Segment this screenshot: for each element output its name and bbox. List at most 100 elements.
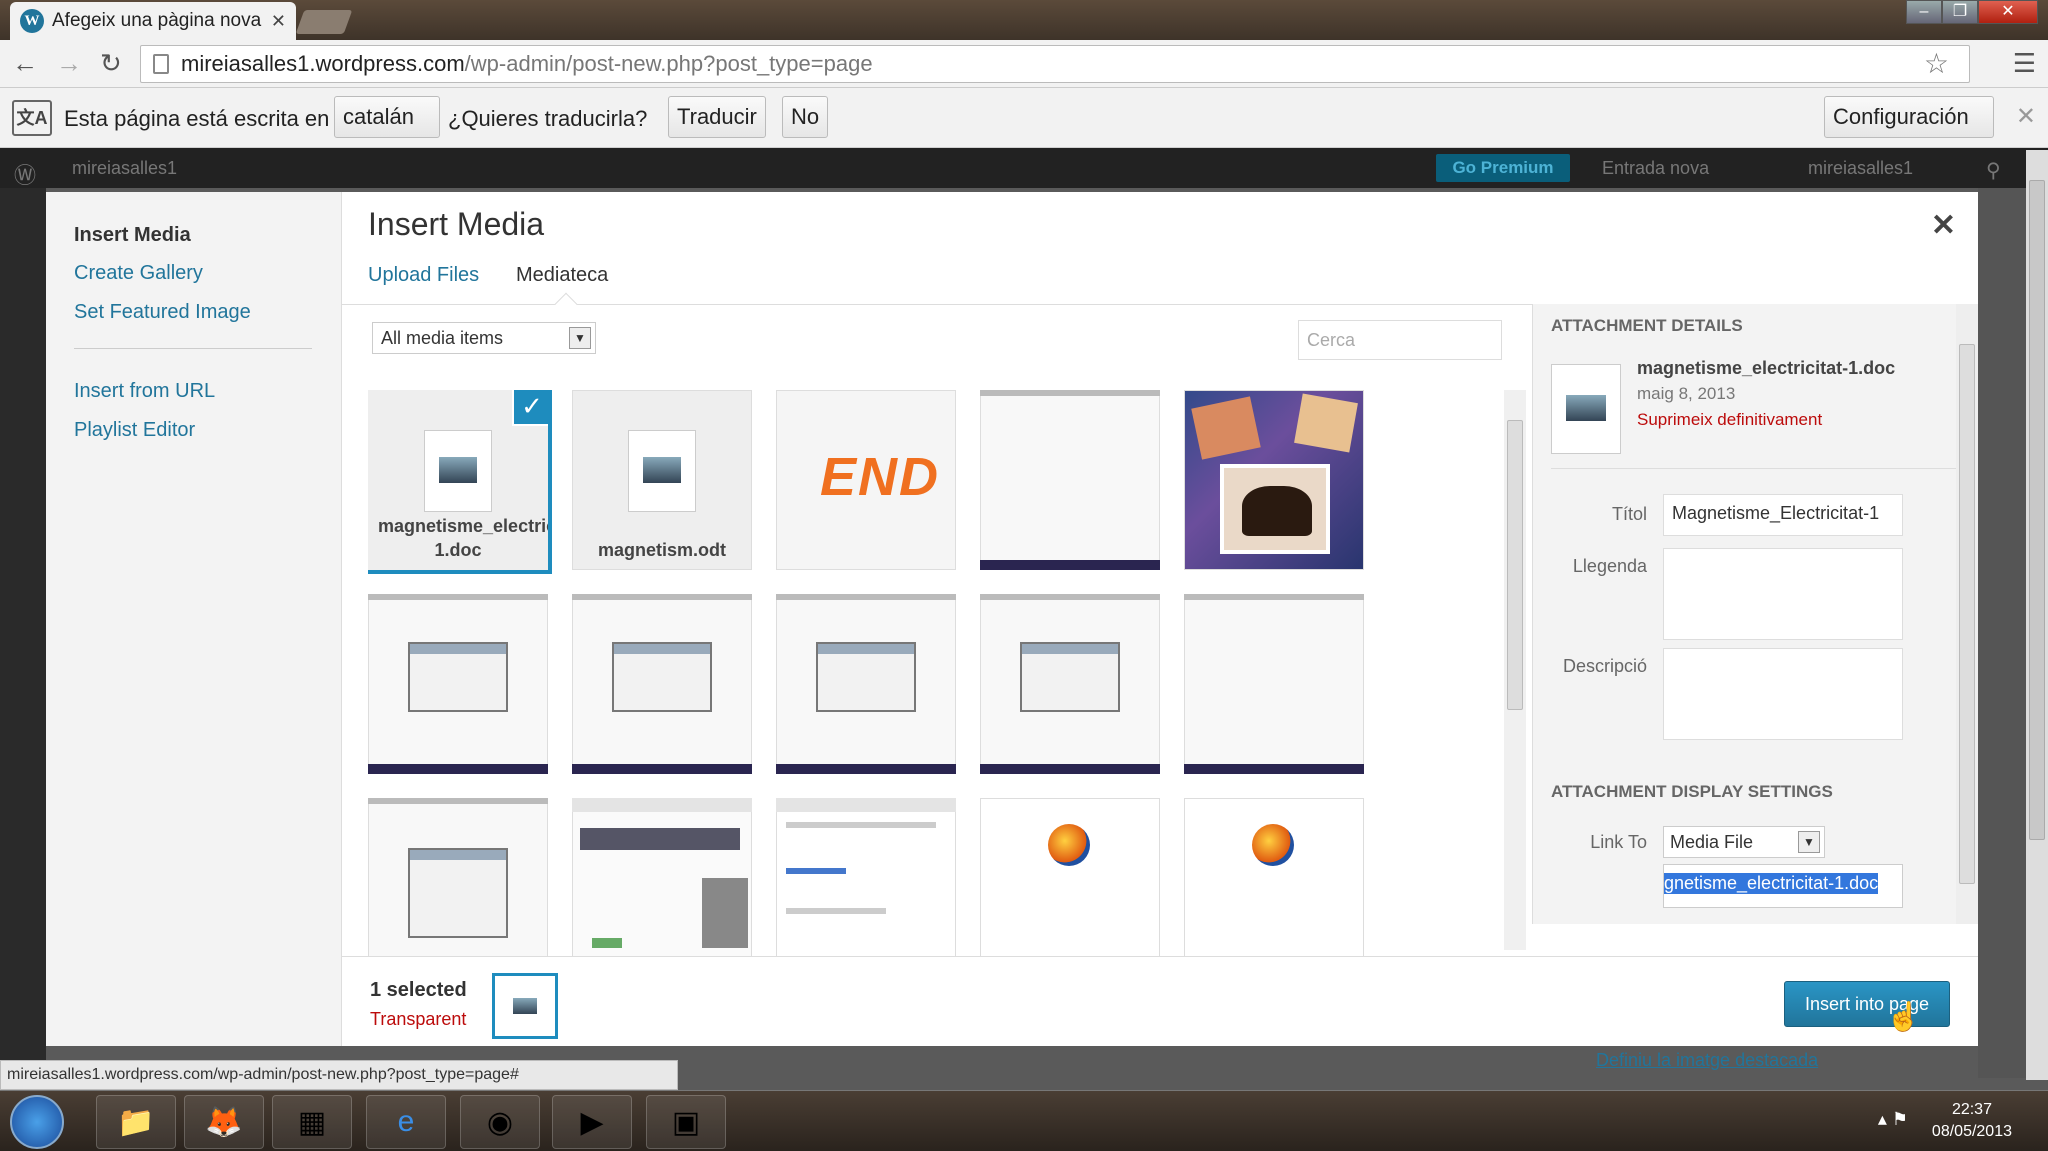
media-search-input[interactable]: Cerca — [1298, 320, 1502, 360]
attachment-item[interactable] — [980, 798, 1160, 960]
translate-button[interactable]: Traducir — [668, 96, 766, 138]
reload-icon[interactable]: ↻ — [100, 48, 122, 79]
media-player-icon[interactable]: ▶ — [552, 1095, 632, 1149]
menu-create-gallery[interactable]: Create Gallery — [74, 262, 203, 285]
tab-upload-files[interactable]: Upload Files — [368, 264, 479, 287]
tab-title: Afegeix una pàgina nova ‹ — [52, 10, 263, 31]
forward-arrow-icon[interactable]: → — [56, 48, 82, 79]
attachment-filename: magnetism.odt — [597, 540, 726, 560]
attachments-scrollbar[interactable] — [1504, 390, 1526, 950]
new-tab-button[interactable] — [295, 10, 353, 34]
wp-logo-icon[interactable]: Ⓦ — [14, 158, 36, 190]
document-icon — [424, 430, 492, 512]
attachment-item[interactable] — [572, 798, 752, 960]
start-button[interactable] — [10, 1095, 64, 1149]
browser-menu-icon[interactable]: ☰ — [2013, 48, 2036, 79]
attachment-item[interactable] — [1184, 798, 1364, 960]
chevron-down-icon: ▼ — [569, 327, 591, 349]
attachment-item[interactable] — [980, 390, 1160, 570]
attachment-item[interactable] — [1184, 390, 1364, 570]
close-infobar-icon[interactable]: ✕ — [2016, 102, 2036, 131]
display-settings-heading: Attachment Display Settings — [1551, 782, 1833, 801]
description-field[interactable] — [1663, 648, 1903, 740]
back-arrow-icon[interactable]: ← — [12, 48, 38, 79]
wordpress-icon: W — [20, 9, 44, 33]
clear-selection-link[interactable]: Transparent — [370, 1009, 466, 1030]
admin-bar-user[interactable]: mireiasalles1 — [1808, 158, 1913, 179]
admin-bar-new-post[interactable]: Entrada nova — [1602, 158, 1709, 179]
link-to-select[interactable]: Media File ▼ — [1663, 826, 1825, 858]
tray-flag-icon[interactable]: ▴ ⚑ — [1878, 1109, 1908, 1130]
admin-sidebar — [0, 188, 46, 1078]
featured-image-link[interactable]: Definiu la imatge destacada — [1596, 1050, 1818, 1071]
link-url-field[interactable]: gnetisme_electricitat-1.doc — [1663, 864, 1903, 908]
media-filter-select[interactable]: All media items ▼ — [372, 322, 596, 354]
link-to-label: Link To — [1590, 832, 1647, 852]
app-icon[interactable]: ▦ — [272, 1095, 352, 1149]
translate-settings-button[interactable]: Configuración ▾ — [1824, 96, 1994, 169]
attachment-item[interactable] — [980, 594, 1160, 774]
attachment-item[interactable]: magnetism.odt — [572, 390, 752, 570]
go-premium-button[interactable]: Go Premium — [1436, 154, 1570, 182]
attachment-item[interactable] — [776, 798, 956, 960]
attachment-item[interactable] — [776, 594, 956, 774]
menu-set-featured-image[interactable]: Set Featured Image — [74, 301, 251, 324]
details-divider — [1551, 468, 1961, 469]
page-icon — [153, 54, 169, 74]
firefox-logo-icon — [1252, 824, 1294, 866]
delete-permanently-link[interactable]: Suprimeix definitivament — [1637, 410, 1822, 430]
details-scrollbar[interactable] — [1956, 304, 1978, 924]
selection-count: 1 selected — [370, 979, 467, 1001]
url-path: /wp-admin/post-new.php?post_type=page — [464, 51, 873, 76]
attachment-item[interactable] — [572, 594, 752, 774]
firefox-icon[interactable]: 🦊 — [184, 1095, 264, 1149]
active-tab-caret — [554, 292, 578, 316]
chevron-down-icon: ▼ — [1798, 831, 1820, 853]
chrome-icon[interactable]: ◉ — [460, 1095, 540, 1149]
details-date: maig 8, 2013 — [1637, 384, 1736, 403]
attachment-item[interactable]: END — [776, 390, 956, 570]
title-field[interactable]: Magnetisme_Electricitat-1 — [1663, 494, 1903, 536]
windows-taskbar: 📁 🦊 ▦ e ◉ ▶ ▣ ▴ ⚑ 22:37 08/05/2013 — [0, 1090, 2048, 1151]
attachment-item[interactable] — [368, 798, 548, 960]
menu-playlist-editor[interactable]: Playlist Editor — [74, 419, 195, 442]
translate-icon: 文A — [12, 100, 52, 136]
document-icon — [628, 430, 696, 512]
page-scrollbar[interactable] — [2026, 150, 2048, 1080]
media-toolbar: 1 selected Transparent Insert into page — [342, 956, 1978, 1046]
system-clock[interactable]: 22:37 08/05/2013 — [1932, 1099, 2012, 1143]
hand-cursor-icon: ☝ — [1886, 1001, 1921, 1032]
attachment-item[interactable] — [1184, 594, 1364, 774]
translate-infobar: 文A Esta página está escrita en catalán ▾… — [0, 88, 2048, 169]
no-translate-button[interactable]: No — [782, 96, 829, 138]
admin-bar-site[interactable]: mireiasalles1 — [72, 158, 177, 179]
details-thumbnail — [1551, 364, 1621, 454]
language-select[interactable]: catalán ▾ — [334, 96, 440, 169]
close-tab-icon[interactable]: ✕ — [271, 11, 286, 32]
search-icon[interactable]: ⚲ — [1986, 158, 2001, 183]
bookmark-star-icon[interactable]: ☆ — [1924, 46, 1949, 82]
description-label: Descripció — [1562, 656, 1647, 676]
tab-media-library[interactable]: Mediateca — [516, 264, 608, 287]
maximize-button[interactable]: ❐ — [1942, 0, 1978, 24]
menu-insert-from-url[interactable]: Insert from URL — [74, 380, 215, 403]
menu-insert-media[interactable]: Insert Media — [74, 224, 191, 247]
browser-tab[interactable]: W Afegeix una pàgina nova ‹ ✕ — [10, 2, 296, 40]
minimize-button[interactable]: – — [1906, 0, 1942, 24]
modal-title: Insert Media — [368, 206, 545, 242]
details-filename: magnetisme_electricitat-1.doc — [1637, 358, 1896, 378]
checkmark-icon[interactable]: ✓ — [512, 390, 548, 426]
close-icon[interactable]: ✕ — [1931, 208, 1956, 243]
caption-field[interactable] — [1663, 548, 1903, 640]
internet-explorer-icon[interactable]: e — [366, 1095, 446, 1149]
status-url: mireiasalles1.wordpress.com/wp-admin/pos… — [0, 1060, 678, 1090]
attachment-item[interactable] — [368, 594, 548, 774]
presentation-icon[interactable]: ▣ — [646, 1095, 726, 1149]
close-window-button[interactable]: ✕ — [1978, 0, 2038, 24]
address-bar[interactable]: mireiasalles1.wordpress.com/wp-admin/pos… — [140, 45, 1970, 83]
selection-thumbnail[interactable] — [492, 973, 558, 1039]
insert-into-page-button[interactable]: Insert into page — [1784, 981, 1950, 1027]
attachment-item[interactable]: magnetisme_electricitat-1.doc ✓ — [368, 390, 548, 570]
media-modal: Insert Media Create Gallery Set Featured… — [46, 192, 1978, 1046]
explorer-icon[interactable]: 📁 — [96, 1095, 176, 1149]
